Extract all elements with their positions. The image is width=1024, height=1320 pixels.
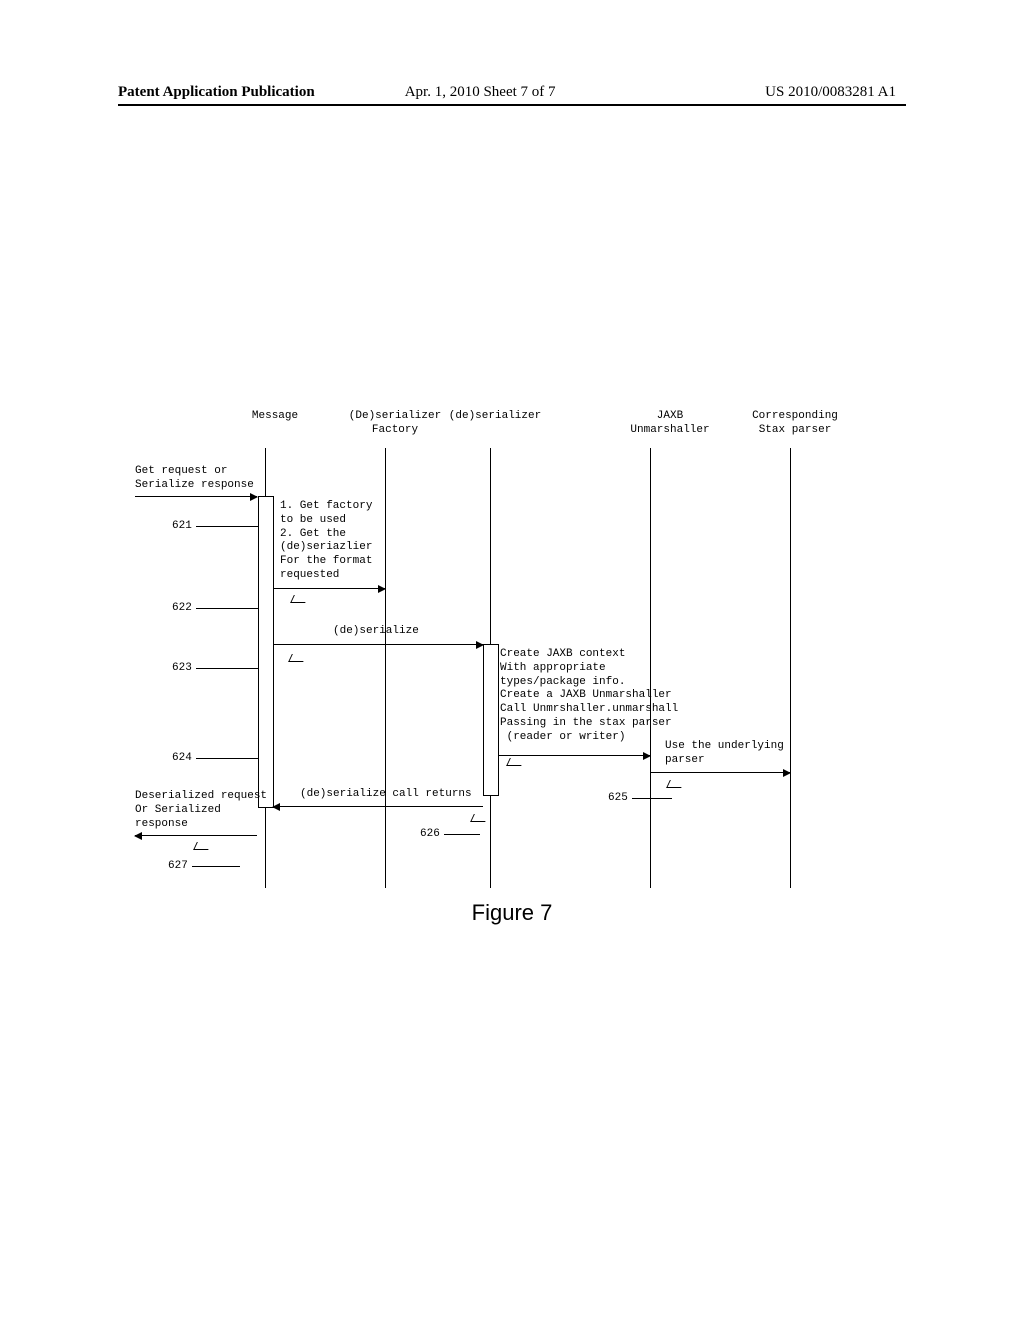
ref-line-622 [196,608,258,609]
call-returns-text: (de)serialize call returns [300,788,472,802]
header-publication: Patent Application Publication [118,84,315,101]
step1-text: 1. Get factory to be used 2. Get the (de… [280,500,372,583]
ref-626: 626 [420,828,440,842]
figure-caption: Figure 7 [0,900,1024,926]
lifeline-factory [385,448,386,888]
tick-622 [290,595,309,603]
tick-624 [506,758,525,766]
arrow-to-jaxb [498,755,650,756]
ref-623: 623 [172,662,192,676]
deserialize-label: (de)serialize [333,625,419,639]
arrowhead-icon [272,803,280,811]
ref-627: 627 [168,860,188,874]
ref-621: 621 [172,520,192,534]
arrowhead-icon [134,832,142,840]
activation-serializer [483,644,499,796]
entry-arrow [135,496,257,497]
arrow-deserialize [273,644,483,645]
tick-627 [193,842,212,850]
exit-arrow [135,835,257,836]
lifeline-label-message: Message [240,410,310,424]
ref-622: 622 [172,602,192,616]
arrow-to-stax [651,772,790,773]
ref-625: 625 [608,792,628,806]
jaxb-text: Create JAXB context With appropriate typ… [500,648,678,744]
lifeline-label-jaxb: JAXB Unmarshaller [615,410,725,438]
ref-line-623 [196,668,258,669]
exit-text: Deserialized request Or Serialized respo… [135,790,267,831]
ref-line-625 [632,798,672,799]
arrowhead-icon [643,752,651,760]
arrowhead-icon [378,585,386,593]
activation-message [258,496,274,808]
ref-line-627 [192,866,240,867]
entry-text: Get request or Serialize response [135,465,254,493]
sequence-diagram: Message (De)serializer Factory (de)seria… [130,410,910,910]
arrow-return [273,806,483,807]
arrowhead-icon [250,493,258,501]
header-patent-number: US 2010/0083281 A1 [765,84,896,101]
lifeline-stax [790,448,791,888]
lifeline-label-serializer: (de)serializer [440,410,550,424]
lifeline-label-stax: Corresponding Stax parser [730,410,860,438]
tick-625 [666,780,685,788]
ref-624: 624 [172,752,192,766]
ref-line-621 [196,526,258,527]
header-rule [118,104,906,106]
ref-line-624 [196,758,258,759]
header-date-sheet: Apr. 1, 2010 Sheet 7 of 7 [405,84,556,101]
lifeline-label-factory: (De)serializer Factory [340,410,450,438]
ref-line-626 [444,834,480,835]
arrowhead-icon [783,769,791,777]
arrow-get-factory [273,588,385,589]
use-parser-text: Use the underlying parser [665,740,784,768]
tick-626 [470,814,489,822]
tick-623 [288,654,307,662]
